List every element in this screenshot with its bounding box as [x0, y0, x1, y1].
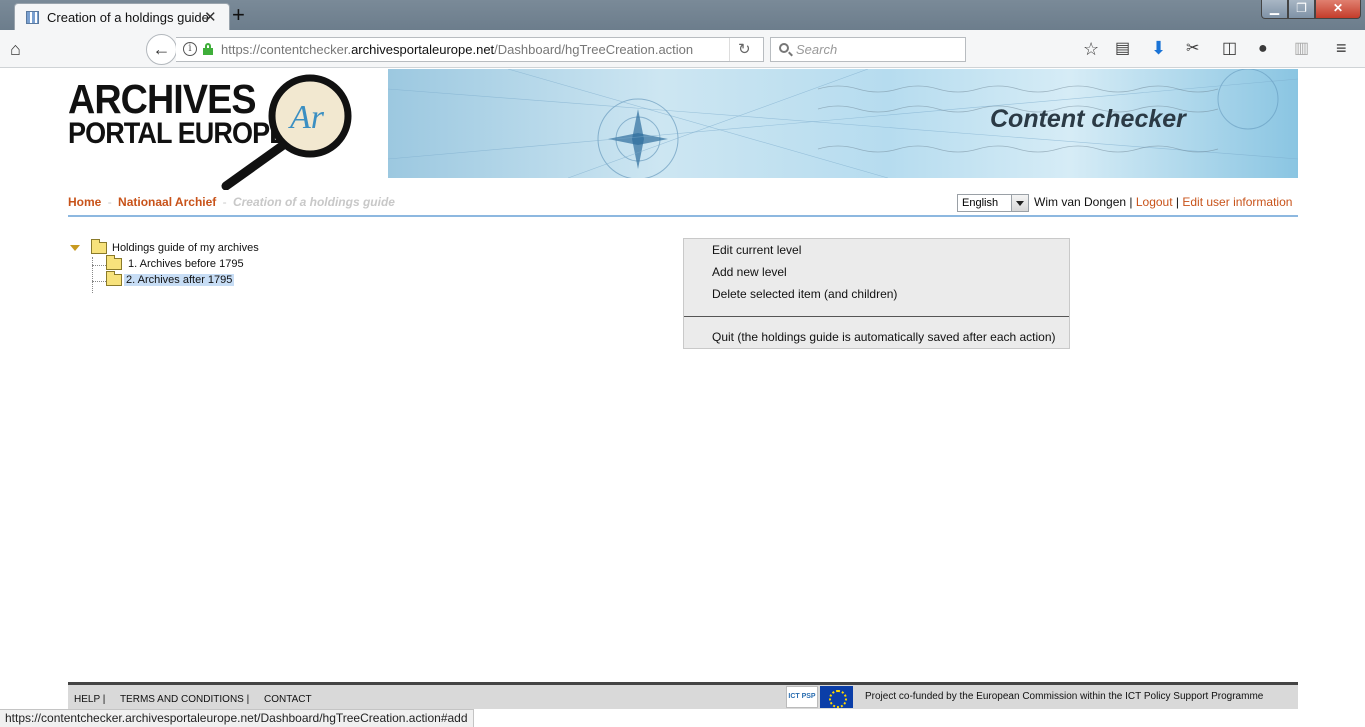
navigation-toolbar: ⌂ ← i https://contentchecker.archivespor… — [0, 30, 1365, 68]
svg-text:Ar: Ar — [288, 99, 325, 136]
reading-list-icon[interactable]: ▤ — [1115, 39, 1130, 59]
folder-open-icon — [91, 239, 107, 254]
menu-item-quit[interactable]: Quit (the holdings guide is automaticall… — [712, 330, 1056, 344]
header-divider — [68, 215, 1298, 217]
header-banner: Content checker — [388, 69, 1298, 178]
user-bar-separator: | — [1129, 195, 1133, 209]
url-divider — [729, 38, 730, 61]
tab-title: Creation of a holdings guide — [47, 10, 209, 25]
bookmark-star-icon[interactable]: ☆ — [1083, 39, 1099, 59]
footer-links: HELP | TERMS AND CONDITIONS | CONTACT — [74, 694, 324, 705]
breadcrumb: Home - Nationaal Archief - Creation of a… — [68, 195, 395, 209]
logout-link[interactable]: Logout — [1136, 195, 1173, 209]
footer-contact-link[interactable]: CONTACT — [264, 694, 312, 705]
breadcrumb-separator: - — [222, 195, 227, 209]
tree-connector — [92, 281, 106, 282]
menu-item-add-level[interactable]: Add new level — [712, 265, 787, 279]
breadcrumb-current: Creation of a holdings guide — [232, 195, 395, 209]
sidebar-icon[interactable]: ◫ — [1222, 39, 1237, 59]
edit-user-link[interactable]: Edit user information — [1182, 195, 1292, 209]
ict-psp-logo: ICT PSP — [786, 686, 818, 708]
back-button[interactable]: ← — [146, 34, 177, 65]
archives-portal-europe-logo[interactable]: ARCHIVES PORTAL EUROPE Ar — [68, 70, 358, 190]
tree-root-label[interactable]: Holdings guide of my archives — [110, 242, 261, 254]
language-select-value: English — [962, 197, 999, 209]
new-tab-icon[interactable]: + — [232, 3, 245, 27]
status-bar: https://contentchecker.archivesportaleur… — [0, 709, 474, 727]
user-name: Wim van Dongen — [1034, 195, 1127, 209]
home-icon[interactable]: ⌂ — [10, 39, 21, 59]
breadcrumb-institution-link[interactable]: Nationaal Archief — [118, 195, 216, 209]
menu-icon[interactable]: ≡ — [1336, 38, 1347, 58]
footer-project-text: Project co-funded by the European Commis… — [865, 691, 1264, 702]
context-menu: Edit current level Add new level Delete … — [683, 238, 1070, 349]
language-select[interactable]: English — [957, 194, 1029, 212]
reload-icon[interactable]: ↻ — [738, 40, 751, 58]
lock-icon — [203, 43, 213, 55]
user-bar: Wim van Dongen | Logout | Edit user info… — [1034, 195, 1292, 209]
maximize-window-button[interactable]: ❐ — [1288, 0, 1315, 19]
folder-icon — [106, 271, 122, 286]
url-text: https://contentchecker.archivesportaleur… — [221, 42, 694, 57]
reader-view-icon[interactable]: ▥ — [1294, 39, 1309, 59]
close-window-button[interactable]: ✕ — [1315, 0, 1361, 19]
user-bar-separator: | — [1175, 195, 1180, 209]
minimize-window-button[interactable]: ▁ — [1261, 0, 1288, 19]
favicon-icon — [26, 11, 39, 24]
download-icon[interactable]: ⬇ — [1151, 38, 1166, 58]
chevron-down-icon[interactable] — [1011, 195, 1028, 211]
tree-connector — [92, 257, 93, 293]
url-bar[interactable]: i https://contentchecker.archivesportale… — [176, 37, 764, 62]
banner-title: Content checker — [990, 105, 1186, 133]
extension-icon[interactable]: ✂ — [1186, 39, 1199, 59]
site-info-icon[interactable]: i — [183, 42, 197, 56]
eu-flag-icon — [820, 686, 853, 708]
tree-node-label[interactable]: 1. Archives before 1795 — [126, 258, 246, 270]
menu-item-delete[interactable]: Delete selected item (and children) — [712, 287, 897, 301]
tree-node-label[interactable]: 2. Archives after 1795 — [124, 274, 235, 286]
menu-item-edit-level[interactable]: Edit current level — [712, 243, 801, 257]
folder-icon — [106, 255, 122, 270]
breadcrumb-separator: - — [107, 195, 112, 209]
browser-tab[interactable]: Creation of a holdings guide ✕ — [14, 3, 230, 31]
magnifier-icon: Ar — [221, 74, 352, 190]
title-bar: Creation of a holdings guide ✕ + ▁ ❐ ✕ — [0, 0, 1365, 31]
footer-help-link[interactable]: HELP | — [74, 694, 105, 705]
addon-icon[interactable]: ● — [1258, 39, 1268, 59]
breadcrumb-home-link[interactable]: Home — [68, 195, 101, 209]
search-input[interactable]: Search — [770, 37, 966, 62]
close-tab-icon[interactable]: ✕ — [204, 8, 217, 26]
search-icon — [779, 43, 789, 53]
search-placeholder: Search — [796, 42, 838, 57]
footer-terms-link[interactable]: TERMS AND CONDITIONS | — [120, 694, 249, 705]
expand-toggle-icon[interactable] — [70, 245, 80, 251]
page-footer: HELP | TERMS AND CONDITIONS | CONTACT IC… — [68, 682, 1298, 709]
tree-connector — [92, 265, 106, 266]
menu-divider — [684, 316, 1069, 317]
